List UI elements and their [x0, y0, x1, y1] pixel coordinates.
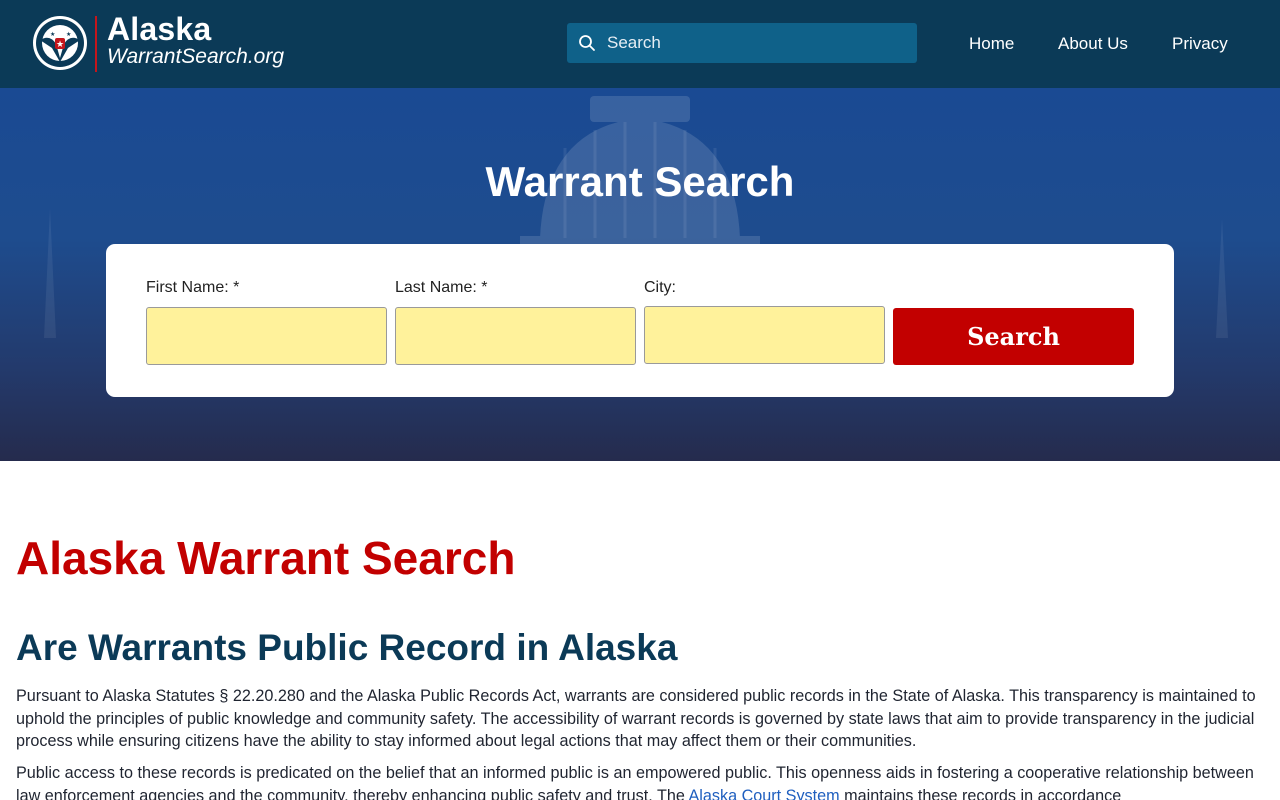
paragraph-public-access: Public access to these records is predic…: [16, 762, 1264, 800]
brand-subtitle[interactable]: WarrantSearch.org: [107, 44, 284, 70]
first-name-label: First Name: *: [146, 279, 240, 296]
paragraph-text-end: maintains these records in accordance: [839, 786, 1122, 800]
header-search-input[interactable]: [607, 23, 907, 63]
alaska-court-system-link[interactable]: Alaska Court System: [688, 787, 839, 800]
last-name-label: Last Name: *: [395, 279, 488, 296]
search-icon: [579, 35, 595, 51]
logo-divider: [95, 16, 97, 72]
nav-home[interactable]: Home: [969, 34, 1014, 54]
paragraph-public-records: Pursuant to Alaska Statutes § 22.20.280 …: [16, 687, 1256, 750]
warrant-search-logo-icon[interactable]: ★ ★ ★: [32, 14, 88, 72]
hero-title: Warrant Search: [485, 158, 795, 205]
brand-title[interactable]: Alaska: [107, 12, 211, 46]
nav-about-us[interactable]: About Us: [1058, 34, 1128, 54]
hero-section: Warrant Search First Name: * Last Name: …: [0, 88, 1280, 461]
warrant-search-form: First Name: * Last Name: * City: Search: [106, 244, 1174, 397]
svg-text:★: ★: [66, 31, 71, 38]
first-name-input[interactable]: [146, 307, 387, 365]
site-header: ★ ★ ★ Alaska WarrantSearch.org Home Abou…: [0, 0, 1280, 88]
nav-privacy[interactable]: Privacy: [1172, 34, 1228, 54]
city-input[interactable]: [644, 306, 885, 364]
section-title-public-record: Are Warrants Public Record in Alaska: [16, 627, 678, 668]
city-label: City:: [644, 279, 676, 296]
header-search-box[interactable]: [567, 23, 917, 63]
last-name-input[interactable]: [395, 307, 636, 365]
page-title: Alaska Warrant Search: [16, 532, 516, 584]
svg-text:★: ★: [56, 40, 64, 50]
svg-text:★: ★: [50, 31, 55, 38]
search-button[interactable]: Search: [893, 308, 1134, 365]
